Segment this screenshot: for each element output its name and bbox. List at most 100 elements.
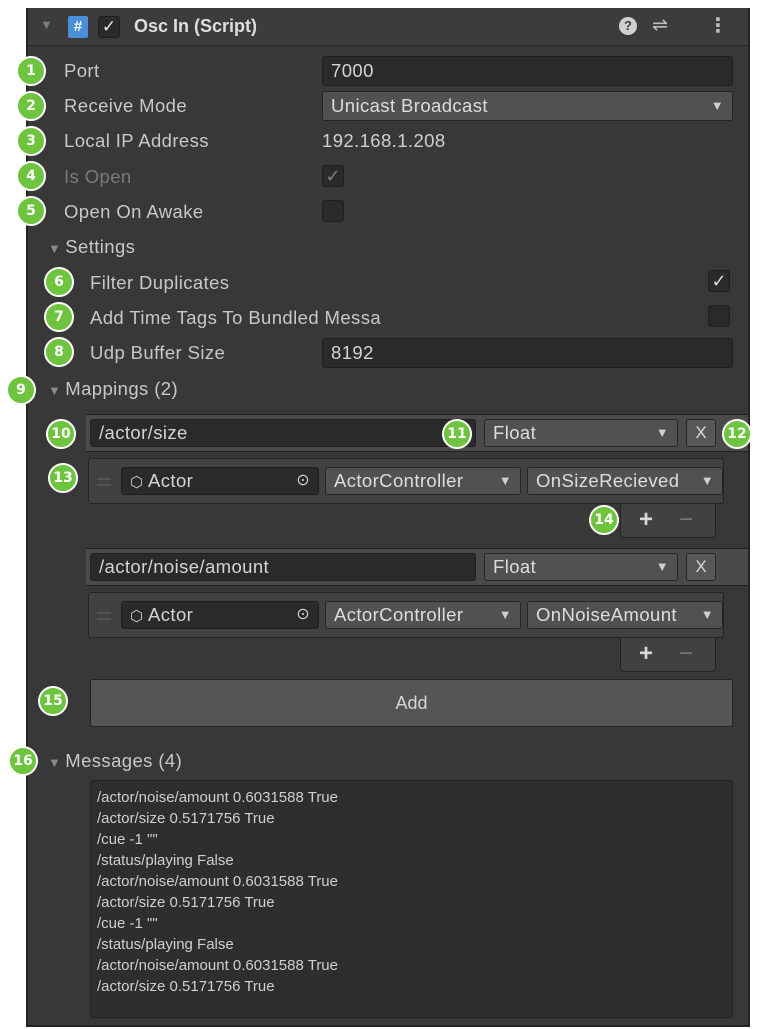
annotation-badge: 3 <box>16 126 46 156</box>
foldout-arrow-icon: ▼ <box>48 241 62 256</box>
message-line: /status/playing False <box>97 936 234 953</box>
remove-mapping-button[interactable]: X <box>686 419 716 447</box>
foldout-arrow-icon: ▼ <box>48 383 62 398</box>
help-icon[interactable]: ? <box>619 17 637 35</box>
inspector-panel: ▼ # ✓ Osc In (Script) ? ⇌ ⋮ Port 7000 Re… <box>26 8 750 1027</box>
message-line: /actor/noise/amount 0.6031588 True <box>97 957 338 974</box>
mapping-type-value: Float <box>493 556 537 577</box>
component-title: Osc In (Script) <box>134 16 258 36</box>
udp-buffer-size-label: Udp Buffer Size <box>90 342 226 363</box>
receive-mode-label: Receive Mode <box>64 95 188 116</box>
add-event-button[interactable]: + <box>639 506 653 534</box>
open-on-awake-checkbox[interactable] <box>322 200 344 222</box>
drag-handle-icon[interactable] <box>97 478 111 486</box>
drag-handle-icon[interactable] <box>97 612 111 620</box>
object-picker-icon[interactable]: ⊙ <box>296 468 310 494</box>
mapping-address-input[interactable]: /actor/size <box>90 419 476 447</box>
message-line: /actor/size 0.5171756 True <box>97 810 275 827</box>
chevron-down-icon: ▼ <box>700 607 714 622</box>
foldout-arrow-icon: ▼ <box>48 755 62 770</box>
filter-duplicates-label: Filter Duplicates <box>90 272 230 293</box>
remove-event-button[interactable]: − <box>679 640 693 668</box>
local-ip-label: Local IP Address <box>64 130 209 151</box>
target-method-dropdown[interactable]: OnSizeRecieved ▼ <box>527 467 723 495</box>
is-open-label: Is Open <box>64 166 132 187</box>
message-line: /actor/noise/amount 0.6031588 True <box>97 873 338 890</box>
target-method-value: OnNoiseAmount <box>536 604 677 625</box>
annotation-badge: 5 <box>16 196 46 226</box>
annotation-badge: 7 <box>44 302 74 332</box>
annotation-badge: 11 <box>442 419 472 449</box>
target-component-dropdown[interactable]: ActorController ▼ <box>325 467 521 495</box>
mappings-label: Mappings (2) <box>65 378 179 399</box>
add-time-tags-checkbox[interactable] <box>708 305 730 327</box>
target-object-field[interactable]: ⬡ Actor ⊙ <box>121 467 319 495</box>
annotation-badge: 13 <box>48 463 78 493</box>
message-line: /status/playing False <box>97 852 234 869</box>
component-header[interactable]: ▼ # ✓ Osc In (Script) ? ⇌ ⋮ <box>28 8 748 46</box>
mapping-event-list: ⬡ Actor ⊙ ActorController ▼ OnSizeReciev… <box>88 458 724 504</box>
settings-foldout[interactable]: ▼ Settings <box>48 236 135 258</box>
chevron-down-icon: ▼ <box>710 98 724 113</box>
is-open-checkbox: ✓ <box>322 165 344 187</box>
annotation-badge: 4 <box>16 161 46 191</box>
chevron-down-icon: ▼ <box>655 559 669 574</box>
messages-label: Messages (4) <box>65 750 183 771</box>
annotation-badge: 9 <box>6 375 36 405</box>
filter-duplicates-checkbox[interactable]: ✓ <box>708 270 730 292</box>
chevron-down-icon: ▼ <box>700 473 714 488</box>
annotation-badge: 16 <box>8 746 38 776</box>
mapping-event-list: ⬡ Actor ⊙ ActorController ▼ OnNoiseAmoun… <box>88 592 724 638</box>
annotation-badge: 10 <box>46 419 76 449</box>
more-options-icon[interactable]: ⋮ <box>708 13 728 38</box>
target-component-value: ActorController <box>334 470 464 491</box>
add-time-tags-label: Add Time Tags To Bundled Messa <box>90 307 382 328</box>
chevron-down-icon: ▼ <box>498 473 512 488</box>
mappings-foldout[interactable]: ▼ Mappings (2) <box>48 378 178 400</box>
message-line: /cue -1 "" <box>97 831 158 848</box>
cube-icon: ⬡ <box>130 608 144 625</box>
add-event-button[interactable]: + <box>639 640 653 668</box>
object-picker-icon[interactable]: ⊙ <box>296 602 310 628</box>
mapping-address-input[interactable]: /actor/noise/amount <box>90 553 476 581</box>
open-on-awake-label: Open On Awake <box>64 201 204 222</box>
messages-log[interactable]: /actor/noise/amount 0.6031588 True /acto… <box>90 780 733 1018</box>
foldout-arrow-icon[interactable]: ▼ <box>40 17 53 32</box>
annotation-badge: 6 <box>44 267 74 297</box>
settings-label: Settings <box>65 236 136 257</box>
port-label: Port <box>64 60 100 81</box>
message-line: /actor/size 0.5171756 True <box>97 894 275 911</box>
chevron-down-icon: ▼ <box>498 607 512 622</box>
remove-event-button[interactable]: − <box>679 506 693 534</box>
script-icon: # <box>68 16 88 38</box>
chevron-down-icon: ▼ <box>655 425 669 440</box>
mapping-type-dropdown[interactable]: Float ▼ <box>484 553 678 581</box>
target-component-dropdown[interactable]: ActorController ▼ <box>325 601 521 629</box>
annotation-badge: 15 <box>38 686 68 716</box>
message-line: /actor/size 0.5171756 True <box>97 978 275 995</box>
event-list-footer: + − <box>620 638 716 672</box>
local-ip-value: 192.168.1.208 <box>322 130 446 151</box>
annotation-badge: 8 <box>44 337 74 367</box>
enabled-checkbox[interactable]: ✓ <box>98 16 120 38</box>
receive-mode-value: Unicast Broadcast <box>331 95 488 116</box>
messages-foldout[interactable]: ▼ Messages (4) <box>48 750 182 772</box>
message-line: /cue -1 "" <box>97 915 158 932</box>
receive-mode-dropdown[interactable]: Unicast Broadcast ▼ <box>322 91 733 121</box>
target-object-name: Actor <box>148 604 194 625</box>
port-input[interactable]: 7000 <box>322 56 733 86</box>
target-method-dropdown[interactable]: OnNoiseAmount ▼ <box>527 601 723 629</box>
annotation-badge: 14 <box>589 505 619 535</box>
remove-mapping-button[interactable]: X <box>686 553 716 581</box>
target-component-value: ActorController <box>334 604 464 625</box>
mapping-type-value: Float <box>493 422 537 443</box>
mapping-type-dropdown[interactable]: Float ▼ <box>484 419 678 447</box>
annotation-badge: 2 <box>16 91 46 121</box>
message-line: /actor/noise/amount 0.6031588 True <box>97 789 338 806</box>
event-list-footer: + − <box>620 504 716 538</box>
udp-buffer-size-input[interactable]: 8192 <box>322 338 733 368</box>
add-mapping-button[interactable]: Add <box>90 679 733 727</box>
target-object-field[interactable]: ⬡ Actor ⊙ <box>121 601 319 629</box>
preset-icon[interactable]: ⇌ <box>652 14 668 37</box>
annotation-badge: 1 <box>16 56 46 86</box>
